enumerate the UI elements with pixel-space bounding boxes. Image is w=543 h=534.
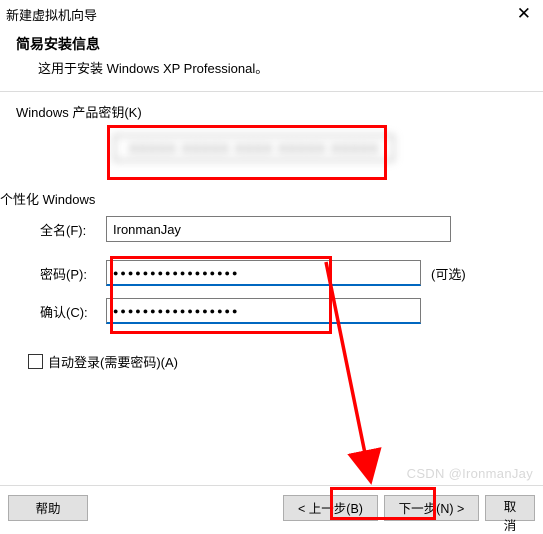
autologin-checkbox[interactable] xyxy=(28,354,43,369)
page-title: 简易安装信息 xyxy=(16,34,533,54)
wizard-header: 简易安装信息 这用于安装 Windows XP Professional。 xyxy=(0,26,543,87)
personalize-label: 个性化 Windows xyxy=(0,189,527,208)
password-label: 密码(P): xyxy=(16,264,106,283)
close-icon[interactable]: ✕ xyxy=(513,4,535,24)
help-button[interactable]: 帮助 xyxy=(8,495,88,521)
autologin-row[interactable]: 自动登录(需要密码)(A) xyxy=(0,352,543,371)
next-button[interactable]: 下一步(N) > xyxy=(384,495,479,521)
back-button[interactable]: < 上一步(B) xyxy=(283,495,378,521)
watermark: CSDN @IronmanJay xyxy=(407,466,533,481)
autologin-label: 自动登录(需要密码)(A) xyxy=(48,352,178,371)
confirm-label: 确认(C): xyxy=(16,302,106,321)
product-key-section: Windows 产品密钥(K) xyxy=(0,92,543,161)
confirm-password-input[interactable] xyxy=(106,298,421,324)
password-input[interactable] xyxy=(106,260,421,286)
product-key-input[interactable] xyxy=(114,135,394,161)
window-title: 新建虚拟机向导 xyxy=(6,5,97,24)
cancel-button[interactable]: 取消 xyxy=(485,495,535,521)
page-subtitle: 这用于安装 Windows XP Professional。 xyxy=(16,58,533,77)
wizard-footer: 帮助 < 上一步(B) 下一步(N) > 取消 xyxy=(0,485,543,529)
personalize-section: 个性化 Windows 全名(F): 密码(P): (可选) 确认(C): xyxy=(0,185,543,324)
fullname-input[interactable] xyxy=(106,216,451,242)
product-key-label: Windows 产品密钥(K) xyxy=(16,102,527,121)
titlebar: 新建虚拟机向导 ✕ xyxy=(0,0,543,26)
fullname-label: 全名(F): xyxy=(16,220,106,239)
password-optional-text: (可选) xyxy=(431,264,466,283)
